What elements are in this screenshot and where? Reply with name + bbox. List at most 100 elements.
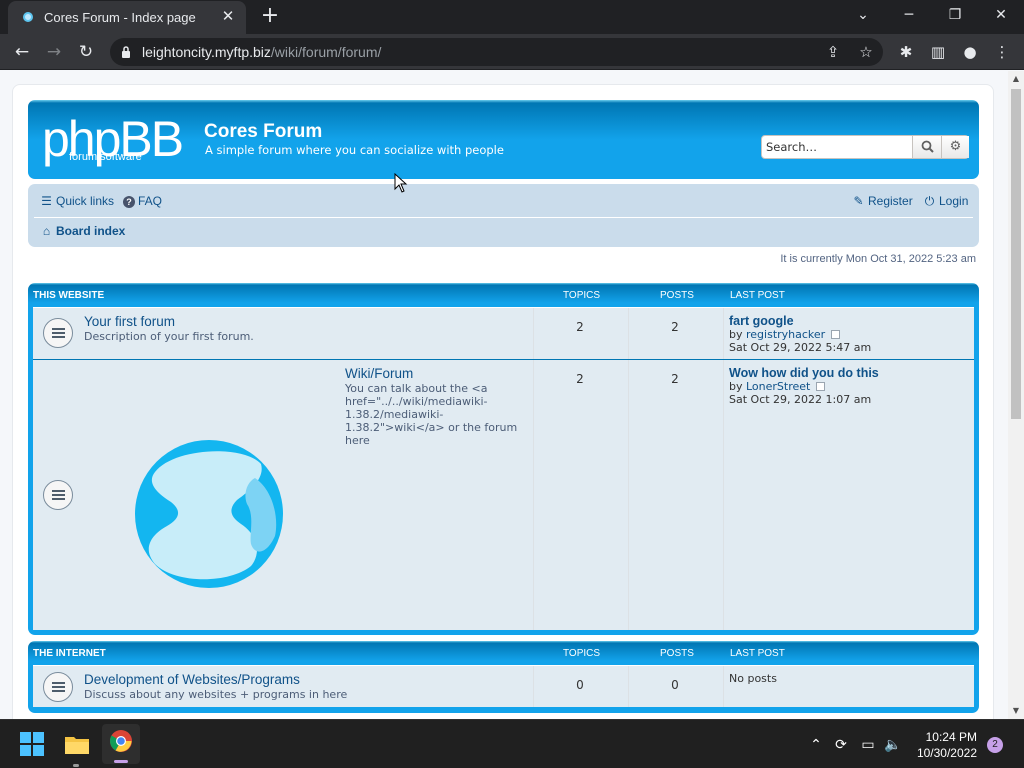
chrome-taskbar-button[interactable]: [102, 724, 140, 764]
app-active-indicator: [114, 760, 128, 763]
navbar: ☰ Quick links ? FAQ ✎ Register ⏻ Login ⌂ Boar…: [28, 184, 979, 247]
power-icon: ⏻: [924, 194, 935, 208]
forum-read-icon: [43, 318, 73, 348]
last-post-title-link[interactable]: Wow how did you do this: [729, 366, 879, 380]
category-block: The internet Topics Posts Last post Deve…: [28, 641, 979, 713]
notification-badge[interactable]: 2: [987, 737, 1003, 753]
forum-row: Wiki/Forum You can talk about the <a hre…: [33, 359, 974, 630]
phpbb-logo[interactable]: phpBB forum software: [42, 111, 194, 167]
login-link[interactable]: ⏻ Login: [923, 194, 969, 209]
cell-divider: [723, 666, 724, 707]
profile-icon[interactable]: ●: [960, 42, 980, 62]
posts-count: 2: [671, 320, 679, 334]
hamburger-icon: ☰: [41, 194, 52, 208]
register-link[interactable]: ✎ Register: [852, 194, 912, 208]
search-icon: [921, 140, 934, 153]
category-header: The internet Topics Posts Last post: [33, 641, 974, 665]
quick-links-menu[interactable]: ☰ Quick links: [40, 194, 114, 208]
browser-toolbar: ← → ↻ leightoncity.myftp.biz/wiki/forum/…: [0, 34, 1024, 70]
view-latest-post-icon[interactable]: [831, 330, 841, 339]
site-title[interactable]: Cores Forum: [204, 121, 322, 143]
posts-column-header: Posts: [660, 290, 694, 301]
chrome-icon: [110, 730, 132, 752]
last-post-none: No posts: [729, 672, 777, 685]
forward-button[interactable]: →: [41, 39, 67, 65]
tab-search-chevron-icon[interactable]: ⌄: [848, 4, 878, 26]
view-latest-post-icon[interactable]: [816, 382, 826, 391]
menu-kebab-icon[interactable]: ⋮: [992, 42, 1012, 62]
author-link[interactable]: LonerStreet: [746, 380, 810, 393]
forum-title-link[interactable]: Wiki/Forum: [345, 366, 413, 381]
forum-read-icon: [43, 672, 73, 702]
volume-icon[interactable]: 🔈: [883, 736, 903, 756]
search-input[interactable]: [762, 136, 912, 158]
gear-icon: ⚙: [949, 139, 962, 154]
current-time: It is currently Mon Oct 31, 2022 5:23 am: [780, 253, 976, 265]
forum-description: You can talk about the <a href="../../wi…: [345, 382, 518, 447]
windows-taskbar: ⌃ ⟳ ▭ 🔈 10:24 PM 10/30/2022 2: [0, 719, 1024, 768]
faq-link[interactable]: ? FAQ: [123, 194, 162, 208]
posts-count: 0: [671, 678, 679, 692]
last-post-author: by registryhacker: [729, 328, 841, 341]
search-button[interactable]: [912, 136, 941, 158]
breadcrumb-board-index[interactable]: ⌂ Board index: [40, 224, 125, 238]
minimize-button[interactable]: ─: [894, 4, 924, 26]
scroll-up-arrow-icon[interactable]: ▲: [1008, 71, 1024, 87]
close-tab-icon[interactable]: ✕: [218, 6, 238, 26]
taskbar-clock[interactable]: 10:24 PM 10/30/2022: [917, 729, 977, 761]
share-icon[interactable]: ⇪: [823, 42, 843, 62]
last-post-date: Sat Oct 29, 2022 1:07 am: [729, 393, 872, 406]
lock-icon: [122, 46, 130, 58]
page-scrollbar[interactable]: ▲ ▼: [1008, 71, 1024, 719]
last-post-title-link[interactable]: fart google: [729, 314, 794, 328]
back-button[interactable]: ←: [9, 39, 35, 65]
display-icon[interactable]: ▭: [858, 736, 878, 756]
new-tab-button[interactable]: +: [258, 4, 282, 28]
last-post-date: Sat Oct 29, 2022 5:47 am: [729, 341, 872, 354]
forum-title-link[interactable]: Development of Websites/Programs: [84, 672, 300, 687]
author-link[interactable]: registryhacker: [746, 328, 825, 341]
app-running-indicator: [73, 764, 79, 767]
cell-divider: [723, 360, 724, 630]
forum-read-icon: [43, 480, 73, 510]
forum-image: [135, 440, 283, 588]
page-viewport: phpBB forum software Cores Forum A simpl…: [0, 71, 1008, 719]
close-window-button[interactable]: ✕: [986, 4, 1016, 26]
edit-icon: ✎: [853, 194, 864, 208]
topics-count: 2: [576, 372, 584, 386]
address-bar[interactable]: leightoncity.myftp.biz/wiki/forum/forum/…: [110, 38, 883, 66]
extensions-icon[interactable]: ✱: [896, 42, 916, 62]
forum-row: Your first forum Description of your fir…: [33, 307, 974, 359]
question-circle-icon: ?: [123, 196, 135, 208]
tab-title: Cores Forum - Index page: [44, 10, 196, 25]
browser-tab[interactable]: Cores Forum - Index page ✕: [8, 1, 246, 34]
forum-row: Development of Websites/Programs Discuss…: [33, 665, 974, 707]
show-hidden-icons-chevron-icon[interactable]: ⌃: [806, 736, 826, 756]
scrollbar-thumb[interactable]: [1011, 89, 1021, 419]
category-title[interactable]: This website: [33, 290, 104, 301]
last-post-column-header: Last post: [730, 290, 785, 301]
url-text: leightoncity.myftp.biz/wiki/forum/forum/: [142, 44, 382, 60]
last-post-column-header: Last post: [730, 648, 785, 659]
restore-button[interactable]: ❐: [940, 4, 970, 26]
advanced-search-button[interactable]: ⚙: [941, 136, 969, 158]
site-description: A simple forum where you can socialize w…: [205, 143, 504, 157]
reload-button[interactable]: ↻: [73, 39, 99, 65]
forum-title-link[interactable]: Your first forum: [84, 314, 175, 329]
site-favicon-icon: [23, 12, 33, 22]
last-post-author: by LonerStreet: [729, 380, 826, 393]
site-header: phpBB forum software Cores Forum A simpl…: [28, 100, 979, 179]
topics-count: 2: [576, 320, 584, 334]
side-panel-icon[interactable]: ▥: [928, 42, 948, 62]
category-header: This website Topics Posts Last post: [33, 283, 974, 307]
category-title[interactable]: The internet: [33, 648, 106, 659]
scroll-down-arrow-icon[interactable]: ▼: [1008, 703, 1024, 719]
sync-icon[interactable]: ⟳: [831, 736, 851, 756]
topics-column-header: Topics: [563, 290, 601, 301]
bookmark-star-icon[interactable]: ☆: [856, 42, 876, 62]
windows-start-icon[interactable]: [16, 728, 48, 760]
file-explorer-icon[interactable]: [61, 728, 93, 760]
cell-divider: [533, 360, 534, 630]
home-icon: ⌂: [42, 224, 51, 238]
forum-description: Description of your first forum.: [84, 330, 254, 343]
